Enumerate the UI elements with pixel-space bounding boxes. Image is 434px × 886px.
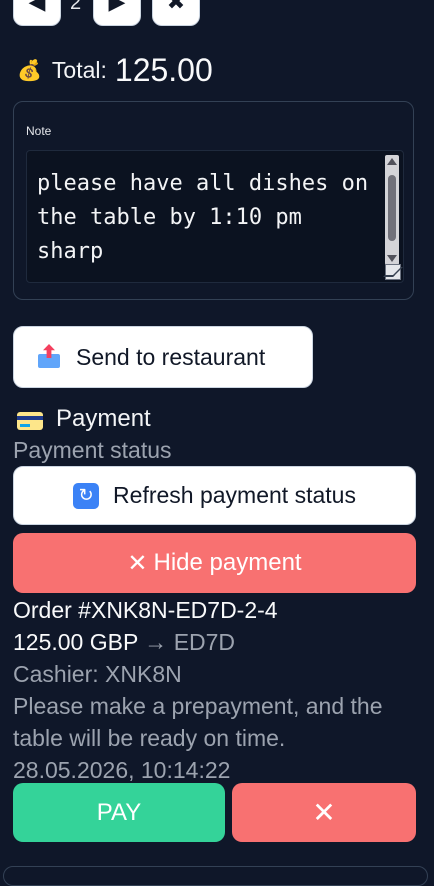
remove-item-button[interactable]: ✖ (152, 0, 200, 26)
scroll-thumb[interactable] (388, 175, 396, 241)
refresh-icon: ↻ (73, 482, 100, 509)
increase-quantity-button[interactable]: ▶ (93, 0, 141, 26)
outbox-tray-icon (36, 344, 62, 370)
decrease-quantity-button[interactable]: ◀ (13, 0, 61, 26)
resize-grip-icon[interactable] (385, 264, 401, 280)
payment-header: Payment (17, 405, 151, 433)
send-to-restaurant-button[interactable]: Send to restaurant (13, 326, 313, 388)
payment-message: Please make a prepayment, and the table … (13, 693, 383, 751)
amount-line: 125.00 GBP → ED7D (13, 626, 423, 658)
arrow-icon: → (144, 629, 168, 655)
order-details: Order #XNK8N-ED7D-2-4 125.00 GBP → ED7D … (13, 594, 423, 786)
hide-payment-button[interactable]: ✕ Hide payment (13, 533, 416, 593)
quantity-value: 2 (70, 0, 82, 14)
payment-status-label: Payment status (13, 437, 172, 463)
total-label: Total: (51, 57, 107, 83)
order-total: 💰 Total: 125.00 (17, 52, 213, 89)
note-scrollbar[interactable] (385, 155, 399, 265)
hide-payment-label: Hide payment (153, 549, 302, 576)
refresh-payment-status-button[interactable]: ↻ Refresh payment status (13, 466, 416, 525)
total-value: 125.00 (114, 52, 213, 88)
play-icon: ▶ (108, 0, 126, 14)
payment-recipient: ED7D (173, 629, 236, 655)
cashier: Cashier: XNK8N (13, 661, 182, 687)
note-text: please have all dishes on the table by 1… (37, 171, 369, 264)
send-button-label: Send to restaurant (76, 343, 266, 370)
next-section-card (3, 866, 428, 886)
credit-card-icon (17, 412, 43, 430)
scroll-up-icon[interactable] (387, 158, 397, 165)
cancel-payment-button[interactable]: ✕ (232, 783, 416, 842)
payment-title: Payment (56, 405, 151, 432)
close-icon: ✕ (127, 549, 148, 577)
pay-button[interactable]: PAY (13, 783, 225, 842)
note-textarea[interactable]: please have all dishes on the table by 1… (26, 150, 404, 283)
close-icon: ✖ (166, 0, 186, 14)
scroll-down-icon[interactable] (387, 255, 397, 262)
payment-amount: 125.00 GBP (13, 629, 138, 655)
payment-timestamp: 28.05.2026, 10:14:22 (13, 757, 231, 783)
note-card: Note please have all dishes on the table… (13, 101, 414, 300)
order-number: Order #XNK8N-ED7D-2-4 (13, 597, 278, 623)
money-bag-icon: 💰 (17, 60, 42, 82)
note-label: Note (26, 124, 52, 138)
refresh-button-label: Refresh payment status (113, 482, 356, 508)
chevron-left-icon: ◀ (28, 0, 46, 14)
